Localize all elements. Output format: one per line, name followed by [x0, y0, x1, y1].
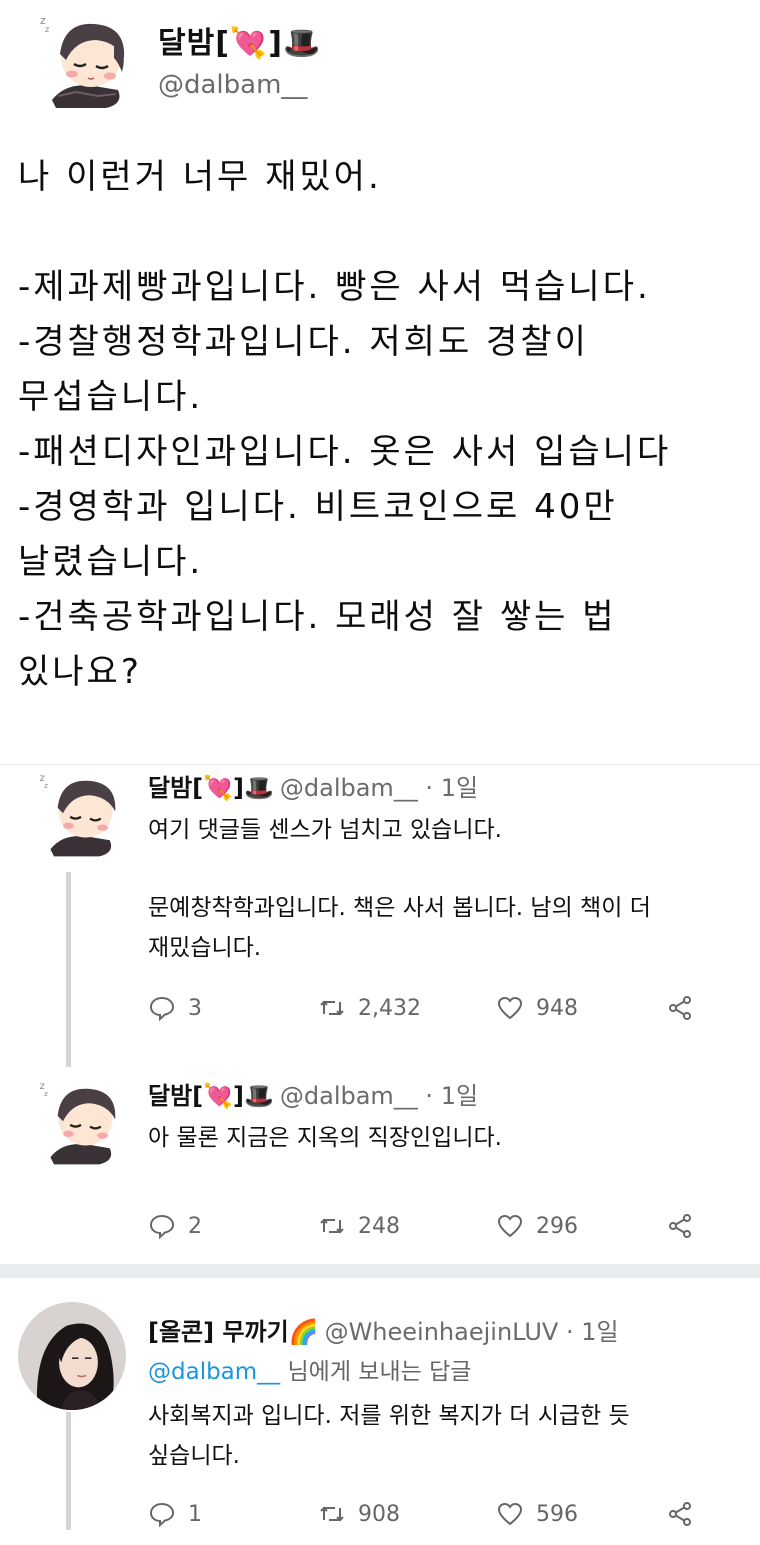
reply-avatar[interactable]: [18, 1302, 126, 1410]
retweet-button[interactable]: 908: [318, 1500, 496, 1528]
heart-icon: [497, 1214, 523, 1238]
share-icon: [669, 1502, 691, 1526]
action-bar: 1 908 596: [148, 1496, 706, 1532]
reply-text: 여기 댓글들 센스가 넘치고 있습니다.: [148, 817, 502, 843]
like-button[interactable]: 596: [496, 1500, 666, 1528]
like-count: 596: [536, 1501, 578, 1527]
heart-icon: [497, 996, 523, 1020]
retweet-icon: [320, 1000, 344, 1016]
reply-to-label: 님에게 보내는 답글: [280, 1359, 472, 1385]
reply-count: 3: [188, 995, 202, 1021]
retweet-count: 2,432: [358, 995, 421, 1021]
reply-header: [올콘] 무까기🌈 @WheeinhaejinLUV · 1일: [148, 1312, 619, 1347]
reply-count: 2: [188, 1213, 202, 1239]
svg-text:z: z: [44, 781, 48, 790]
share-button[interactable]: [666, 1500, 706, 1528]
tweet-line: -패션디자인과입니다. 옷은 사서 입습니다: [18, 432, 672, 472]
reply-button[interactable]: 1: [148, 1500, 318, 1528]
tweet-line: 있나요?: [18, 652, 142, 692]
svg-text:z: z: [44, 1089, 48, 1098]
like-button[interactable]: 296: [496, 1212, 666, 1240]
reply-author-name[interactable]: [올콘] 무까기🌈: [148, 1318, 319, 1346]
thread-connector: [66, 872, 71, 1067]
like-count: 296: [536, 1213, 578, 1239]
reply-author-handle[interactable]: @dalbam__ · 1일: [280, 1082, 478, 1110]
tweet-line: -경영학과 입니다. 비트코인으로 40만: [18, 487, 618, 527]
tweet-body: 나 이런거 너무 재밌어. -제과제빵과입니다. 빵은 사서 먹습니다. -경찰…: [18, 150, 753, 700]
heart-icon: [497, 1502, 523, 1526]
reply-author-name[interactable]: 달밤[💘]🎩: [148, 774, 274, 802]
reply-header: 달밤[💘]🎩 @dalbam__ · 1일: [148, 1076, 478, 1111]
author-avatar[interactable]: z z: [36, 12, 136, 112]
retweet-icon: [320, 1506, 344, 1522]
section-divider: [0, 1264, 760, 1278]
reply-icon: [149, 1502, 175, 1528]
retweet-count: 908: [358, 1501, 400, 1527]
reply-count: 1: [188, 1501, 202, 1527]
author-handle[interactable]: @dalbam__: [158, 70, 307, 100]
reply-context: @dalbam__ 님에게 보내는 답글: [148, 1352, 471, 1392]
retweet-button[interactable]: 248: [318, 1212, 496, 1240]
tweet-line: 날렸습니다.: [18, 542, 204, 582]
reply-mention-link[interactable]: @dalbam__: [148, 1359, 280, 1385]
reply-icon: [149, 1214, 175, 1240]
tweet-line: 나 이런거 너무 재밌어.: [18, 157, 382, 197]
action-bar: 3 2,432 948: [148, 990, 706, 1026]
reply-text: 사회복지과 입니다. 저를 위한 복지가 더 시급한 듯: [148, 1403, 630, 1429]
retweet-icon: [320, 1218, 344, 1234]
reply-text: 아 물론 지금은 지옥의 직장인입니다.: [148, 1125, 502, 1151]
tweet-line: [18, 205, 753, 260]
divider: [0, 764, 760, 765]
share-button[interactable]: [666, 1212, 706, 1240]
reply-text: 재밌습니다.: [148, 935, 262, 961]
reply-button[interactable]: 2: [148, 1212, 318, 1240]
tweet-line: 무섭습니다.: [18, 377, 204, 417]
share-icon: [669, 1214, 691, 1238]
reply-button[interactable]: 3: [148, 994, 318, 1022]
like-count: 948: [536, 995, 578, 1021]
svg-text:z: z: [45, 25, 49, 34]
like-button[interactable]: 948: [496, 994, 666, 1022]
retweet-button[interactable]: 2,432: [318, 994, 496, 1022]
author-name[interactable]: 달밤[💘]🎩: [158, 18, 321, 62]
tweet-line: -제과제빵과입니다. 빵은 사서 먹습니다.: [18, 267, 651, 307]
reply-author-name[interactable]: 달밤[💘]🎩: [148, 1082, 274, 1110]
action-bar: 2 248 296: [148, 1208, 706, 1244]
share-icon: [669, 996, 691, 1020]
retweet-count: 248: [358, 1213, 400, 1239]
reply-author-handle[interactable]: @WheeinhaejinLUV · 1일: [325, 1318, 619, 1346]
tweet-line: -건축공학과입니다. 모래성 잘 쌓는 법: [18, 597, 617, 637]
reply-header: 달밤[💘]🎩 @dalbam__ · 1일: [148, 768, 478, 803]
thread-connector: [66, 1412, 71, 1530]
reply-icon: [149, 996, 175, 1022]
reply-avatar[interactable]: z z: [36, 770, 126, 860]
reply-author-handle[interactable]: @dalbam__ · 1일: [280, 774, 478, 802]
reply-text: 문예창착학과입니다. 책은 사서 봅니다. 남의 책이 더: [148, 895, 651, 921]
reply-text: 싶습니다.: [148, 1443, 240, 1469]
share-button[interactable]: [666, 994, 706, 1022]
reply-avatar[interactable]: z z: [36, 1078, 126, 1168]
tweet-line: -경찰행정학과입니다. 저희도 경찰이: [18, 322, 589, 362]
